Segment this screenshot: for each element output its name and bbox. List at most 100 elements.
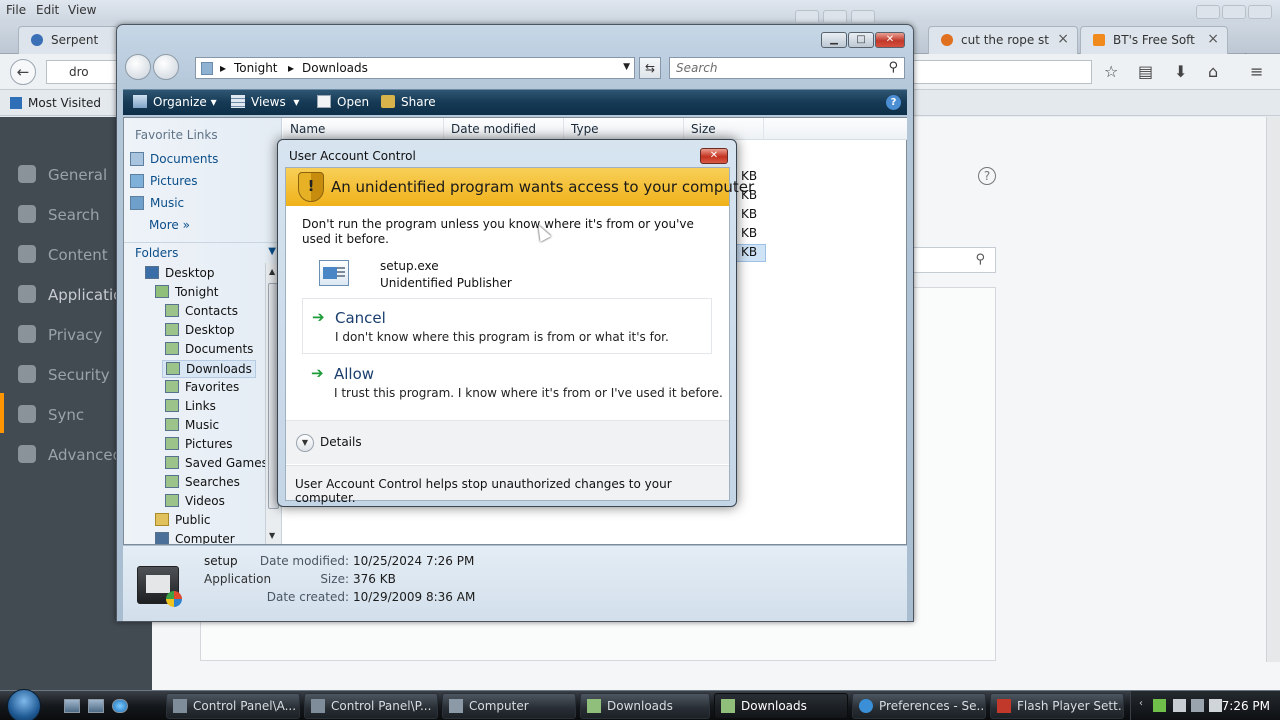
show-desktop-icon[interactable] [64, 699, 80, 713]
tree-item-videos[interactable]: Videos [162, 493, 228, 509]
chevron-down-icon[interactable]: ▼ [296, 434, 314, 452]
search-icon: ⚲ [975, 252, 985, 267]
minimize-button[interactable] [1196, 5, 1220, 19]
switch-windows-icon[interactable] [88, 699, 104, 713]
breadcrumb-downloads[interactable]: Downloads [302, 61, 368, 75]
internet-explorer-icon[interactable] [112, 699, 128, 713]
category-sync[interactable]: Sync [18, 405, 84, 424]
page-scrollbar[interactable] [1266, 117, 1280, 662]
tree-item-public[interactable]: Public [152, 512, 214, 528]
views-button[interactable]: Views ▾ [231, 95, 299, 109]
chevron-down-icon[interactable]: ▼ [623, 62, 630, 72]
tree-item-music[interactable]: Music [162, 417, 222, 433]
open-label: Open [337, 95, 370, 109]
column-name[interactable]: Name [283, 118, 444, 140]
tree-label: Desktop [165, 266, 215, 280]
tree-item-tonight[interactable]: Tonight [152, 284, 222, 300]
menu-file[interactable]: File [6, 3, 26, 17]
back-button[interactable] [125, 54, 151, 80]
tree-item-documents[interactable]: Documents [162, 341, 256, 357]
category-general[interactable]: General [18, 165, 107, 184]
scroll-up-icon[interactable]: ▲ [269, 267, 275, 276]
back-button[interactable]: ← [10, 59, 36, 85]
taskbar-button-control-panel[interactable]: Control Panel\P... [304, 693, 438, 719]
favorite-link-music[interactable]: Music [130, 196, 184, 210]
favorite-link-documents[interactable]: Documents [130, 152, 218, 166]
folder-tree: Desktop Tonight Contacts Desktop Documen… [124, 263, 266, 544]
menu-edit[interactable]: Edit [36, 3, 59, 17]
close-tab-icon[interactable]: × [1057, 31, 1069, 47]
preferences-search-input[interactable]: ⚲ [912, 247, 996, 273]
column-type[interactable]: Type [564, 118, 684, 140]
start-button[interactable] [7, 689, 41, 720]
close-button[interactable]: ✕ [875, 32, 905, 48]
maximize-button[interactable] [1222, 5, 1246, 19]
cancel-option[interactable]: ➔ Cancel I don't know where this program… [302, 298, 712, 354]
home-icon[interactable]: ⌂ [1208, 62, 1218, 81]
tree-label: Desktop [185, 323, 235, 337]
menu-icon[interactable]: ≡ [1250, 62, 1263, 81]
most-visited-bookmark[interactable]: Most Visited [10, 96, 101, 110]
taskbar-button-preferences[interactable]: Preferences - Se... [852, 693, 986, 719]
minimize-button[interactable]: ▁ [821, 32, 847, 48]
forward-button[interactable] [153, 54, 179, 80]
library-icon[interactable]: ▤ [1138, 62, 1153, 81]
help-icon[interactable]: ? [886, 95, 901, 110]
scroll-down-icon[interactable]: ▼ [269, 531, 275, 540]
tray-expand-icon[interactable]: ‹ [1139, 698, 1152, 711]
tray-safely-remove-icon[interactable] [1209, 699, 1222, 712]
help-icon[interactable]: ? [978, 167, 996, 185]
allow-option[interactable]: ➔ Allow I trust this program. I know whe… [302, 355, 723, 411]
category-search[interactable]: Search [18, 205, 100, 224]
category-privacy[interactable]: Privacy [18, 325, 102, 344]
taskbar-button-downloads-active[interactable]: Downloads [714, 693, 848, 719]
close-button[interactable] [1248, 5, 1272, 19]
tree-item-desktop[interactable]: Desktop [142, 265, 218, 281]
bookmark-star-icon[interactable]: ☆ [1104, 62, 1118, 81]
taskbar-button-control-panel[interactable]: Control Panel\A... [166, 693, 300, 719]
share-button[interactable]: Share [381, 95, 436, 109]
menu-view[interactable]: View [68, 3, 96, 17]
taskbar-button-flash-player[interactable]: Flash Player Sett... [990, 693, 1124, 719]
tree-item-pictures[interactable]: Pictures [162, 436, 236, 452]
refresh-button[interactable]: ⇆ [639, 57, 661, 79]
tree-item-searches[interactable]: Searches [162, 474, 243, 490]
tree-item-downloads[interactable]: Downloads [162, 360, 256, 378]
breadcrumb-separator-icon[interactable]: ▸ [220, 61, 226, 75]
column-date-modified[interactable]: Date modified [444, 118, 564, 140]
address-bar[interactable]: ▸ Tonight ▸ Downloads ▼ [195, 57, 635, 79]
tree-item-desktop-user[interactable]: Desktop [162, 322, 238, 338]
taskbar-button-downloads[interactable]: Downloads [580, 693, 710, 719]
browser-tab[interactable]: cut the rope st × [928, 26, 1078, 54]
tray-network-icon[interactable] [1173, 699, 1186, 712]
favorite-link-pictures[interactable]: Pictures [130, 174, 198, 188]
category-security[interactable]: Security [18, 365, 110, 384]
favorite-link-more[interactable]: More » [149, 218, 190, 232]
close-button[interactable]: ✕ [700, 148, 728, 164]
taskbar-button-computer[interactable]: Computer [442, 693, 576, 719]
browser-tab[interactable]: Serpent [18, 26, 118, 54]
clock[interactable]: 7:26 PM [1222, 699, 1270, 713]
tree-item-links[interactable]: Links [162, 398, 219, 414]
tree-item-favorites[interactable]: Favorites [162, 379, 242, 395]
close-tab-icon[interactable]: × [1207, 31, 1219, 47]
tray-volume-icon[interactable] [1191, 699, 1204, 712]
browser-tab[interactable]: BT's Free Soft × [1080, 26, 1228, 54]
category-content[interactable]: Content [18, 245, 108, 264]
folders-header[interactable]: Folders ▼ [124, 242, 281, 262]
downloads-icon[interactable]: ⬇ [1174, 62, 1187, 81]
breadcrumb-separator-icon[interactable]: ▸ [288, 61, 294, 75]
maximize-button[interactable]: □ [848, 32, 874, 48]
tree-item-computer[interactable]: Computer [152, 531, 238, 544]
taskbar-button-label: Downloads [741, 699, 807, 713]
tray-app-icon[interactable] [1153, 699, 1166, 712]
breadcrumb-tonight[interactable]: Tonight [234, 61, 278, 75]
tree-item-saved-games[interactable]: Saved Games [162, 455, 266, 471]
open-button[interactable]: Open [317, 95, 369, 109]
category-advanced[interactable]: Advanced [18, 445, 122, 464]
column-size[interactable]: Size [684, 118, 764, 140]
organize-button[interactable]: Organize ▾ [133, 95, 217, 109]
details-toggle[interactable]: ▼ Details [286, 420, 729, 464]
tree-item-contacts[interactable]: Contacts [162, 303, 241, 319]
search-input[interactable]: Search ⚲ [669, 57, 905, 79]
